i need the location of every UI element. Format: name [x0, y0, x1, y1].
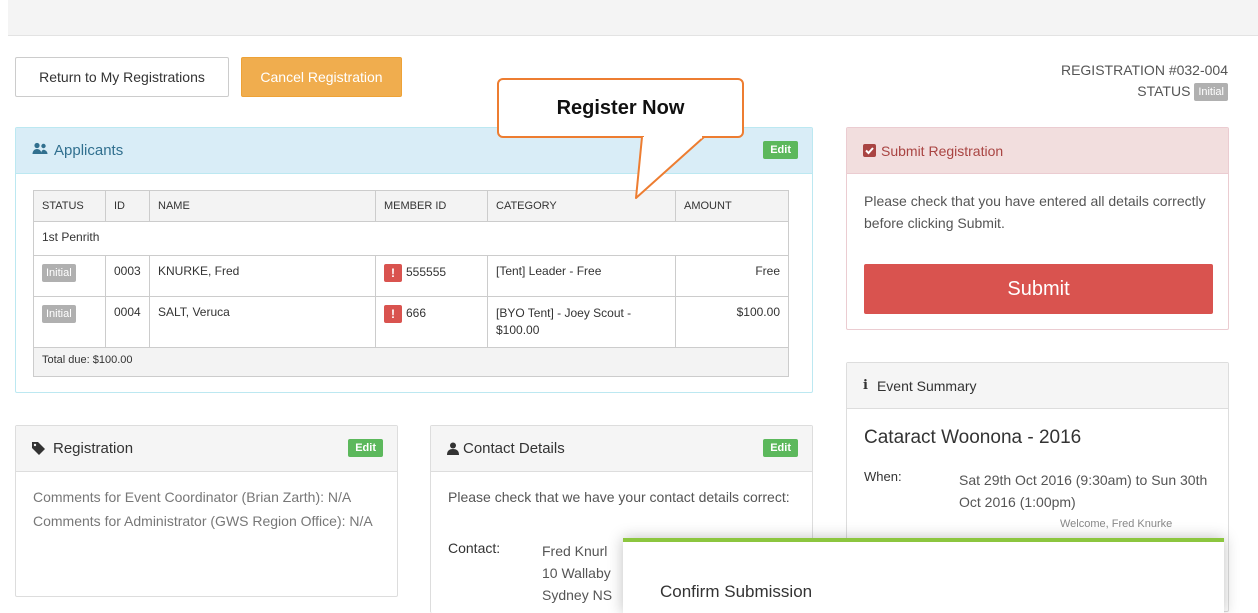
member-id: 666	[406, 306, 427, 321]
member-id-cell: ! 666	[375, 296, 488, 348]
administrator-comments: Comments for Administrator (GWS Region O…	[33, 513, 373, 529]
registration-edit-button[interactable]: Edit	[348, 439, 383, 457]
users-icon	[32, 142, 48, 159]
contact-intro: Please check that we have your contact d…	[448, 489, 790, 505]
confirm-submission-modal: Confirm Submission	[623, 538, 1224, 613]
submit-instructions: Please check that you have entered all d…	[864, 193, 1206, 231]
registration-status: STATUS Initial	[1061, 81, 1228, 102]
amount-cell: $100.00	[675, 296, 789, 348]
welcome-message: Welcome, Fred Knurke	[1060, 518, 1173, 530]
cancel-registration-button[interactable]: Cancel Registration	[241, 57, 402, 97]
register-now-callout: Register Now	[497, 78, 744, 138]
id-cell: 0003	[105, 255, 150, 297]
top-bar	[8, 0, 1258, 36]
submit-panel-title: Submit Registration	[881, 142, 1004, 159]
callout-pointer	[635, 135, 705, 199]
table-row: Initial 0004 SALT, Veruca ! 666 [BYO Tent…	[33, 296, 789, 348]
name-cell: SALT, Veruca	[149, 296, 376, 348]
applicants-edit-button[interactable]: Edit	[763, 141, 798, 159]
event-when-value: Sat 29th Oct 2016 (9:30am) to Sun 30th O…	[959, 472, 1208, 510]
applicants-table: STATUS ID NAME MEMBER ID CATEGORY AMOUNT…	[33, 190, 789, 377]
total-due: Total due: $100.00	[33, 347, 789, 377]
event-summary-header: i Event Summary	[847, 363, 1228, 409]
group-row: 1st Penrith	[33, 221, 789, 256]
registration-panel-header: Registration Edit	[16, 426, 397, 472]
total-row: Total due: $100.00	[33, 347, 789, 377]
column-header: ID	[105, 190, 150, 222]
registration-panel-title: Registration	[53, 440, 134, 457]
name-cell: KNURKE, Fred	[149, 255, 376, 297]
status-label: STATUS	[1137, 83, 1191, 99]
contact-details-header: Contact Details Edit	[431, 426, 812, 472]
status-badge: Initial	[1194, 83, 1228, 102]
member-id-cell: ! 555555	[375, 255, 488, 297]
category-cell: [Tent] Leader - Free	[487, 255, 676, 297]
registration-info: REGISTRATION #032-004 STATUS Initial	[1061, 60, 1228, 102]
category-cell: [BYO Tent] - Joey Scout - $100.00	[487, 296, 676, 348]
user-icon	[447, 442, 459, 455]
contact-line: Fred Knurl	[542, 543, 608, 559]
group-name: 1st Penrith	[33, 221, 789, 256]
event-name: Cataract Woonona - 2016	[864, 427, 1082, 448]
coordinator-comments: Comments for Event Coordinator (Brian Za…	[33, 489, 352, 505]
member-id: 555555	[406, 265, 447, 280]
contact-address: Fred Knurl 10 Wallaby Sydney NS	[542, 540, 612, 606]
table-row: Initial 0003 KNURKE, Fred ! 555555 [Tent]…	[33, 255, 789, 297]
applicants-title: Applicants	[54, 142, 124, 159]
contact-label: Contact:	[448, 540, 501, 556]
status-cell: Initial	[33, 255, 106, 297]
registration-comments: Comments for Event Coordinator (Brian Za…	[33, 486, 383, 532]
contact-details-title: Contact Details	[463, 440, 565, 457]
status-badge: Initial	[42, 305, 76, 323]
return-to-registrations-button[interactable]: Return to My Registrations	[15, 57, 229, 97]
warning-icon[interactable]: !	[384, 264, 402, 282]
id-cell: 0004	[105, 296, 150, 348]
event-when-label: When:	[864, 469, 902, 484]
info-icon: i	[863, 378, 868, 393]
submit-button[interactable]: Submit	[864, 264, 1213, 314]
event-summary-title: Event Summary	[876, 377, 977, 394]
amount-cell: Free	[675, 255, 789, 297]
warning-icon[interactable]: !	[384, 305, 402, 323]
submit-panel-header: Submit Registration	[847, 128, 1228, 174]
check-square-icon	[863, 144, 876, 157]
registration-number: REGISTRATION #032-004	[1060, 62, 1228, 78]
column-header: NAME	[149, 190, 376, 222]
column-header: MEMBER ID	[375, 190, 488, 222]
contact-line: Sydney NS	[542, 587, 613, 603]
tag-icon	[32, 442, 45, 455]
contact-edit-button[interactable]: Edit	[763, 439, 798, 457]
registration-panel: Registration Edit Comments for Event Coo…	[15, 425, 398, 597]
status-cell: Initial	[33, 296, 106, 348]
submit-registration-panel: Submit Registration Please check that yo…	[846, 127, 1229, 330]
contact-line: 10 Wallaby	[542, 565, 611, 581]
column-header: STATUS	[33, 190, 106, 222]
status-badge: Initial	[42, 264, 76, 282]
modal-title: Confirm Submission	[660, 582, 813, 601]
